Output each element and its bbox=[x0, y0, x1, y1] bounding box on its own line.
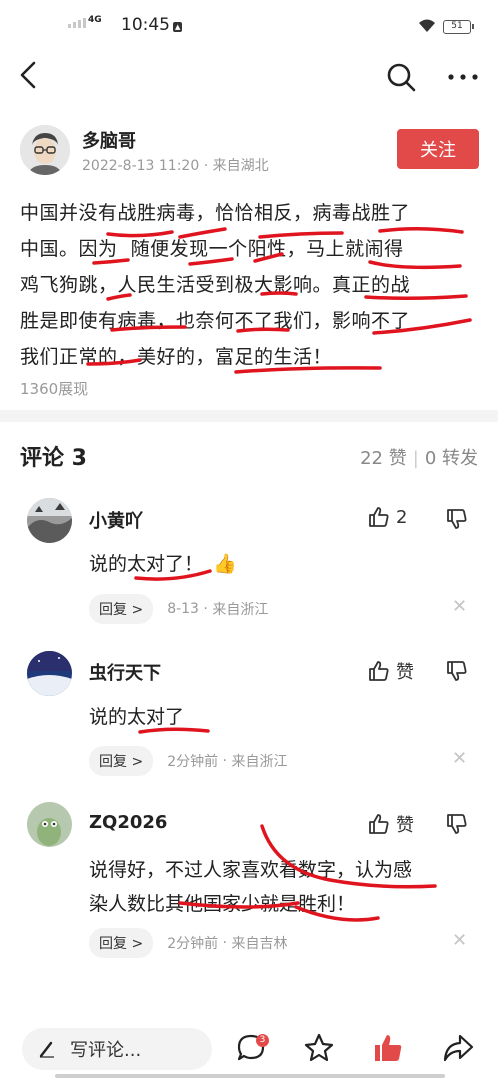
post-date: 2022-8-13 11:20 bbox=[82, 158, 200, 174]
comment-text: 说的太对了！ 👍 bbox=[89, 547, 474, 581]
thumb-up-icon bbox=[369, 661, 389, 681]
reply-button[interactable]: 回复 > bbox=[89, 594, 154, 624]
comment-like-count: 2 bbox=[396, 506, 408, 528]
thumb-up-icon bbox=[369, 507, 389, 527]
bottom-toolbar: 写评论... 3 bbox=[0, 1020, 498, 1080]
post-location: 来自湖北 bbox=[212, 158, 269, 174]
comments-header: 评论 3 22 赞 | 0 转发 bbox=[20, 438, 478, 472]
author-name[interactable]: 多脑哥 bbox=[82, 127, 136, 153]
search-icon[interactable] bbox=[384, 60, 418, 94]
comment-time: 2分钟前 bbox=[167, 754, 219, 770]
meta-separator: · bbox=[203, 158, 213, 174]
comment-text: 说得好，不过人家喜欢看数字，认为感 染人数比其他国家少就是胜利！ bbox=[89, 853, 474, 921]
comment-location: 来自浙江 bbox=[212, 602, 269, 618]
post-stats: 22 赞 | 0 转发 bbox=[360, 444, 478, 470]
share-icon[interactable] bbox=[442, 1032, 474, 1064]
post-body: 中国并没有战胜病毒，恰恰相反，病毒战胜了 中国。因为 随便发现一个阳性，马上就闹… bbox=[20, 195, 482, 375]
comment-line: 说得好，不过人家喜欢看数字，认为感 bbox=[89, 859, 413, 881]
star-icon[interactable] bbox=[303, 1032, 335, 1064]
comment-like-button[interactable]: 2 bbox=[368, 506, 407, 528]
post-line: 鸡飞狗跳，人民生活受到极大影响。真正的战 bbox=[20, 274, 411, 296]
post-line: 中国并没有战胜病毒，恰恰相反，病毒战胜了 bbox=[20, 202, 411, 224]
author-header: 多脑哥 2022-8-13 11:20 · 来自湖北 关注 bbox=[20, 123, 480, 183]
view-count: 1360展现 bbox=[20, 380, 89, 398]
app-indicator-icon: ▲ bbox=[173, 22, 183, 32]
top-nav bbox=[0, 52, 498, 100]
meta-separator: · bbox=[198, 601, 213, 617]
more-icon[interactable] bbox=[446, 60, 480, 94]
commenter-name[interactable]: 虫行天下 bbox=[89, 659, 161, 685]
comment-like-button[interactable]: 赞 bbox=[368, 658, 414, 684]
comment-meta: 回复 > 2分钟前 · 来自吉林 bbox=[89, 928, 287, 958]
comment-count-badge: 3 bbox=[256, 1034, 269, 1047]
thumb-down-icon[interactable] bbox=[446, 660, 468, 682]
home-indicator bbox=[55, 1074, 445, 1078]
comment-location: 来自吉林 bbox=[231, 936, 288, 952]
thumbs-up-emoji: 👍 bbox=[213, 553, 237, 575]
clock: 10:45 bbox=[121, 15, 170, 35]
comment-time: 8-13 bbox=[167, 601, 199, 617]
thumb-down-icon[interactable] bbox=[446, 813, 468, 835]
like-filled-icon[interactable] bbox=[372, 1032, 404, 1064]
battery-icon: 51 bbox=[443, 20, 474, 34]
follow-button[interactable]: 关注 bbox=[397, 129, 479, 169]
commenter-name[interactable]: ZQ2026 bbox=[89, 812, 167, 833]
wifi-icon bbox=[419, 19, 435, 32]
pen-icon bbox=[39, 1041, 54, 1058]
status-bar: 4G 10:45 ▲ 51 bbox=[0, 0, 498, 52]
stats-separator: | bbox=[412, 448, 419, 469]
comments-title: 评论 3 bbox=[20, 446, 87, 471]
back-icon[interactable] bbox=[14, 60, 44, 90]
comment-time: 2分钟前 bbox=[167, 936, 219, 952]
close-icon[interactable]: ✕ bbox=[452, 748, 467, 769]
comment-location: 来自浙江 bbox=[231, 754, 288, 770]
section-divider bbox=[0, 410, 498, 422]
close-icon[interactable]: ✕ bbox=[452, 596, 467, 617]
signal-icon bbox=[68, 18, 86, 28]
commenter-name[interactable]: 小黄吖 bbox=[89, 507, 143, 533]
thumb-up-icon bbox=[369, 814, 389, 834]
author-avatar[interactable] bbox=[20, 125, 70, 175]
reply-button[interactable]: 回复 > bbox=[89, 746, 154, 776]
comment-like-label: 赞 bbox=[396, 815, 414, 836]
comment-like-label: 赞 bbox=[396, 662, 414, 683]
comment-meta: 回复 > 2分钟前 · 来自浙江 bbox=[89, 746, 287, 776]
comment-like-button[interactable]: 赞 bbox=[368, 811, 414, 837]
close-icon[interactable]: ✕ bbox=[452, 930, 467, 951]
post-line: 中国。因为 随便发现一个阳性，马上就闹得 bbox=[20, 238, 404, 260]
write-comment-input[interactable]: 写评论... bbox=[22, 1028, 212, 1070]
commenter-avatar[interactable] bbox=[27, 802, 72, 847]
thumb-down-icon[interactable] bbox=[446, 508, 468, 530]
network-type: 4G bbox=[88, 15, 102, 25]
commenter-avatar[interactable] bbox=[27, 651, 72, 696]
comment-line: 染人数比其他国家少就是胜利！ bbox=[89, 893, 356, 915]
post-meta: 2022-8-13 11:20 · 来自湖北 bbox=[82, 155, 269, 175]
comment-body: 说的太对了！ bbox=[89, 553, 204, 575]
meta-separator: · bbox=[218, 935, 232, 951]
share-count: 0 转发 bbox=[424, 448, 478, 469]
meta-separator: · bbox=[218, 753, 232, 769]
write-comment-placeholder: 写评论... bbox=[70, 1040, 142, 1061]
post-line: 胜是即使有病毒，也奈何不了我们，影响不了 bbox=[20, 310, 411, 332]
like-count: 22 赞 bbox=[360, 448, 407, 469]
comment-text: 说的太对了 bbox=[89, 706, 185, 728]
commenter-avatar[interactable] bbox=[27, 498, 72, 543]
reply-button[interactable]: 回复 > bbox=[89, 928, 154, 958]
comment-meta: 回复 > 8-13 · 来自浙江 bbox=[89, 594, 268, 624]
post-line: 我们正常的，美好的，富足的生活！ bbox=[20, 346, 333, 368]
